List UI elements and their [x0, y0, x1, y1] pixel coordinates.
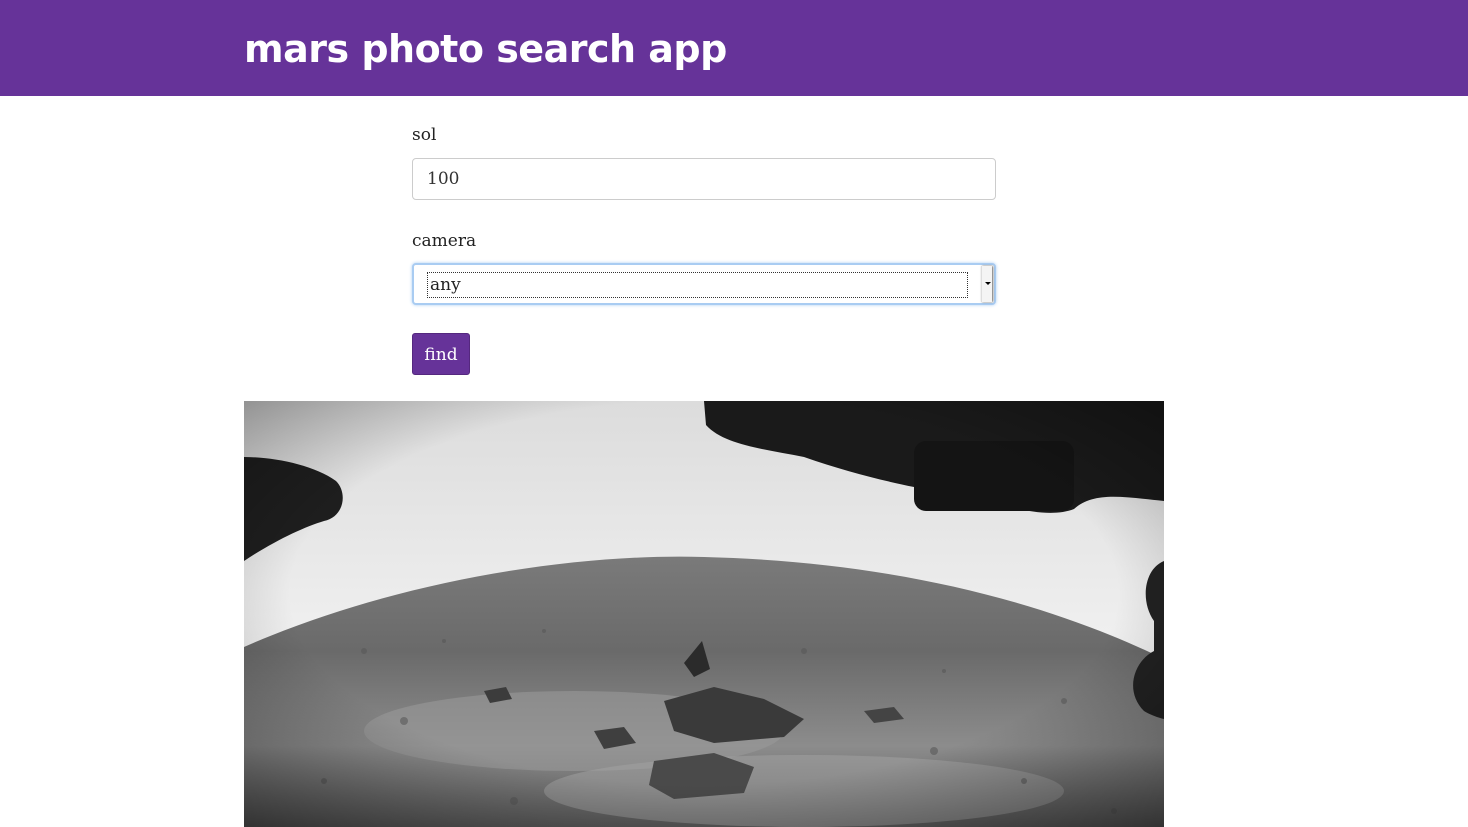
camera-selected-value: any [427, 272, 968, 298]
camera-select[interactable]: any [412, 263, 996, 305]
camera-label: camera [412, 231, 477, 251]
app-title: mars photo search app [244, 27, 727, 71]
sol-input[interactable] [412, 158, 996, 200]
mars-photo [244, 401, 1164, 827]
find-button[interactable]: find [412, 333, 470, 375]
sol-label: sol [412, 125, 437, 145]
chevron-down-icon[interactable] [981, 266, 992, 302]
app-header: mars photo search app [0, 0, 1468, 96]
